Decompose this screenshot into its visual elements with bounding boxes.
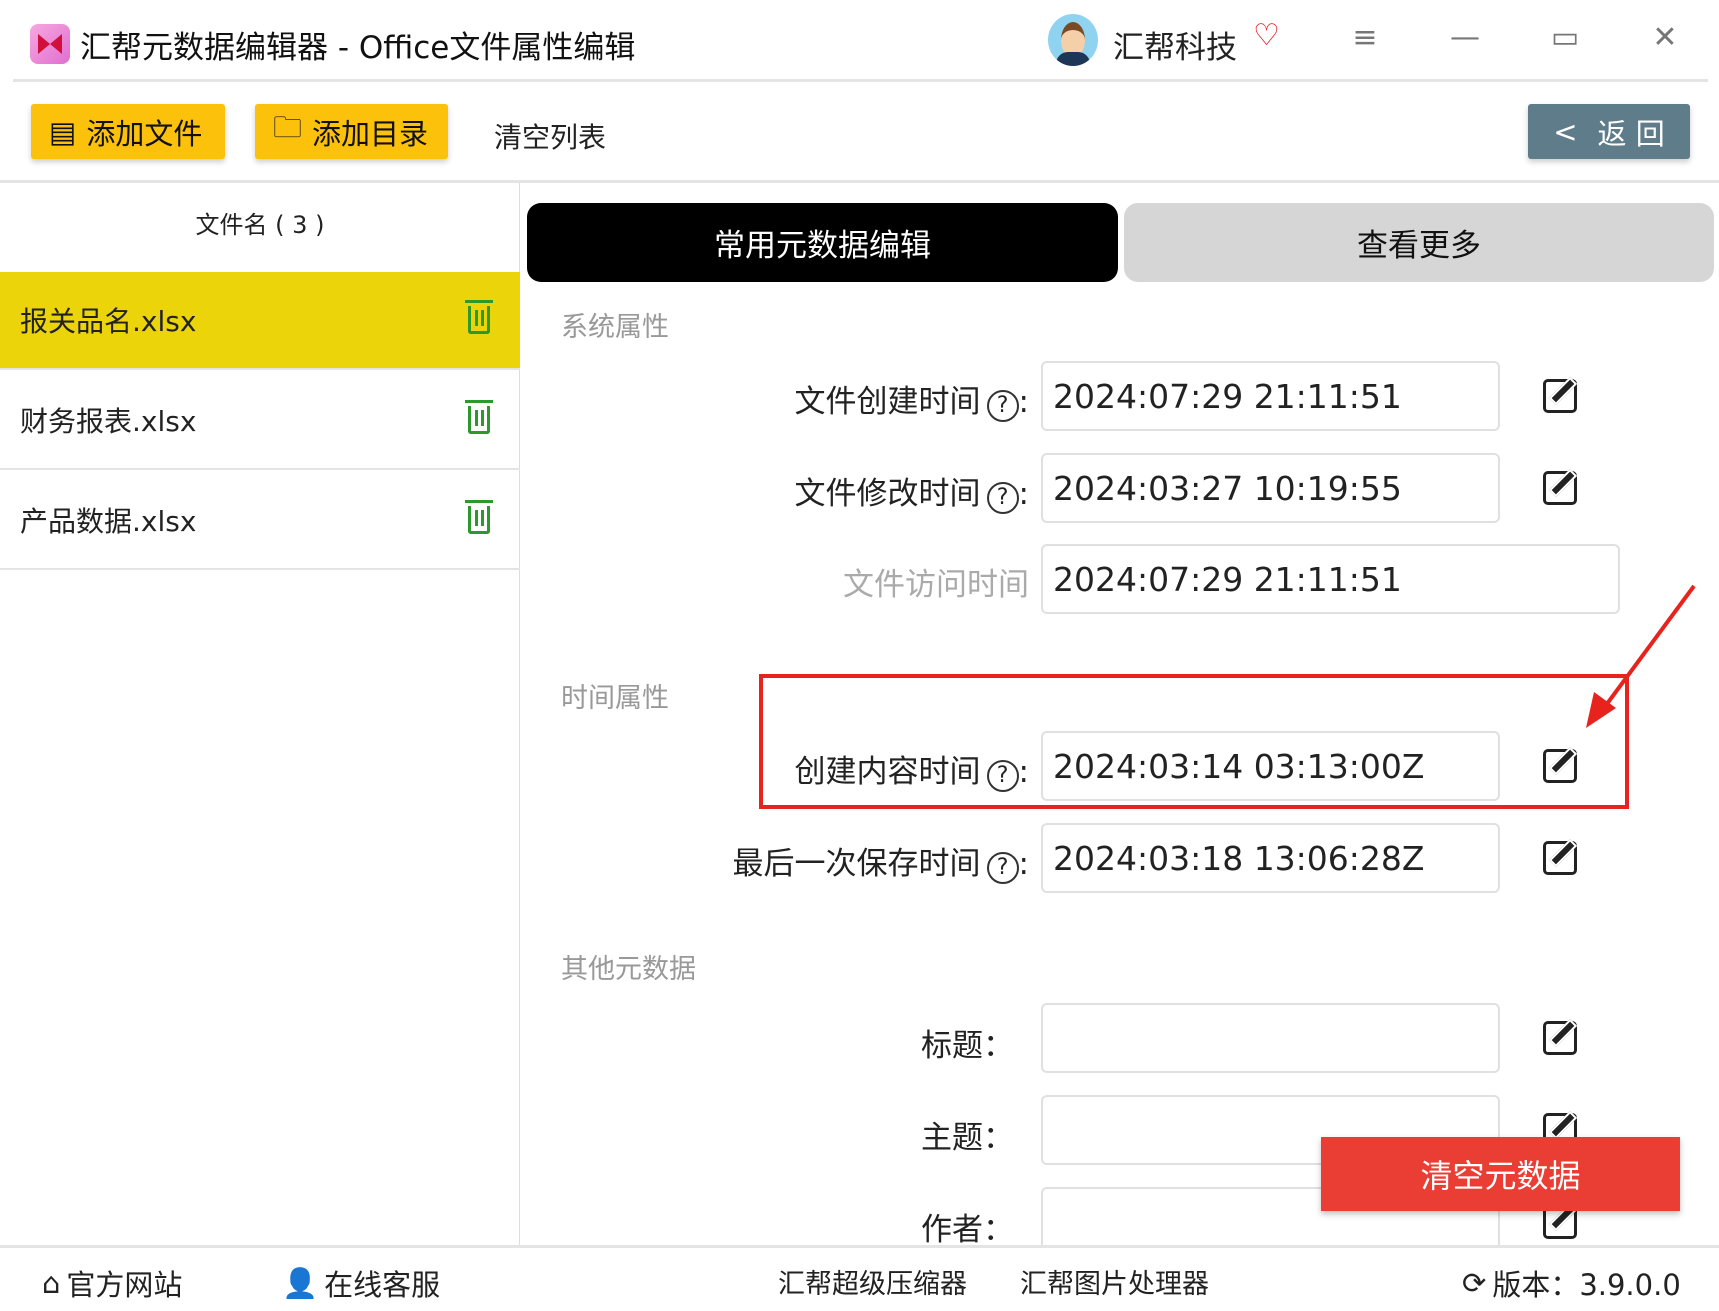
clear-list-button[interactable]: 清空列表 [494,116,606,156]
menu-icon[interactable]: ≡ [1340,20,1390,55]
file-row[interactable]: 财务报表.xlsx [0,372,520,470]
support-link[interactable]: 👤 在线客服 [282,1262,440,1304]
trash-icon[interactable] [465,400,493,434]
last-saved-label: 最后一次保存时间?: [732,846,1029,884]
accessed-time-field: 2024:07:29 21:11:51 [1041,544,1620,614]
add-file-label: 添加文件 [86,116,203,151]
divider [13,79,1708,82]
add-directory-label: 添加目录 [312,116,429,151]
accessed-time-label: 文件访问时间 [843,567,1029,603]
file-list-header: 文件名 ( 3 ) [195,211,325,239]
help-icon[interactable]: ? [986,760,1019,792]
edit-icon[interactable] [1543,379,1577,413]
file-row[interactable]: 产品数据.xlsx [0,472,520,570]
add-directory-button[interactable]: 🗀 添加目录 [255,104,448,159]
content-created-field[interactable]: 2024:03:14 03:13:00Z [1041,731,1500,801]
last-saved-field[interactable]: 2024:03:18 13:06:28Z [1041,823,1500,893]
avatar[interactable] [1048,14,1098,66]
trash-icon[interactable] [465,300,493,334]
version-info[interactable]: ⟳ 版本：3.9.0.0 [1462,1262,1681,1304]
back-label: 返 回 [1597,116,1665,151]
help-icon[interactable]: ? [986,852,1019,884]
subject-label: 主题： [921,1120,1014,1156]
content-created-label: 创建内容时间?: [794,754,1029,792]
vip-icon[interactable]: ♡ [1253,18,1280,53]
file-name: 产品数据.xlsx [20,505,197,538]
tab-common-metadata[interactable]: 常用元数据编辑 [527,203,1118,282]
close-button[interactable]: ✕ [1640,20,1690,55]
section-time: 时间属性 [561,683,669,714]
modified-time-label: 文件修改时间?: [794,476,1029,514]
edit-icon[interactable] [1543,749,1577,783]
compressor-link[interactable]: 汇帮超级压缩器 [778,1262,967,1301]
clear-metadata-button[interactable]: 清空元数据 [1321,1137,1680,1211]
website-label: 官方网站 [66,1268,183,1302]
app-logo [30,24,70,64]
user-icon: 👤 [282,1265,319,1300]
section-system: 系统属性 [561,312,669,343]
support-label: 在线客服 [324,1268,441,1302]
section-other: 其他元数据 [561,954,696,985]
help-icon[interactable]: ? [986,482,1019,514]
tab-view-more[interactable]: 查看更多 [1124,203,1714,282]
file-row[interactable]: 报关品名.xlsx [0,272,520,370]
file-name: 财务报表.xlsx [20,405,197,438]
add-file-button[interactable]: ▤ 添加文件 [31,104,225,159]
version-label: 版本：3.9.0.0 [1492,1268,1681,1302]
back-button[interactable]: < 返 回 [1528,104,1690,159]
chevron-left-icon: < [1553,114,1578,149]
created-time-field[interactable]: 2024:07:29 21:11:51 [1041,361,1500,431]
help-icon[interactable]: ? [986,390,1019,422]
modified-time-field[interactable]: 2024:03:27 10:19:55 [1041,453,1500,523]
author-label: 作者： [921,1212,1014,1248]
edit-icon[interactable] [1543,1021,1577,1055]
title-label: 标题： [921,1028,1014,1064]
window-title: 汇帮元数据编辑器 - Office文件属性编辑 [80,30,636,66]
edit-icon[interactable] [1543,471,1577,505]
created-time-label: 文件创建时间?: [794,384,1029,422]
image-tool-link[interactable]: 汇帮图片处理器 [1020,1262,1209,1301]
file-name: 报关品名.xlsx [20,305,197,338]
brand-name: 汇帮科技 [1113,30,1237,66]
edit-icon[interactable] [1543,841,1577,875]
file-list-icon: ▤ [49,114,77,149]
home-icon: ⌂ [42,1266,61,1300]
website-link[interactable]: ⌂ 官方网站 [42,1262,182,1304]
refresh-icon: ⟳ [1462,1266,1487,1300]
trash-icon[interactable] [465,500,493,534]
maximize-button[interactable]: ▭ [1540,20,1590,55]
title-field[interactable] [1041,1003,1500,1073]
folder-add-icon: 🗀 [273,110,303,144]
minimize-button[interactable]: — [1440,20,1490,55]
